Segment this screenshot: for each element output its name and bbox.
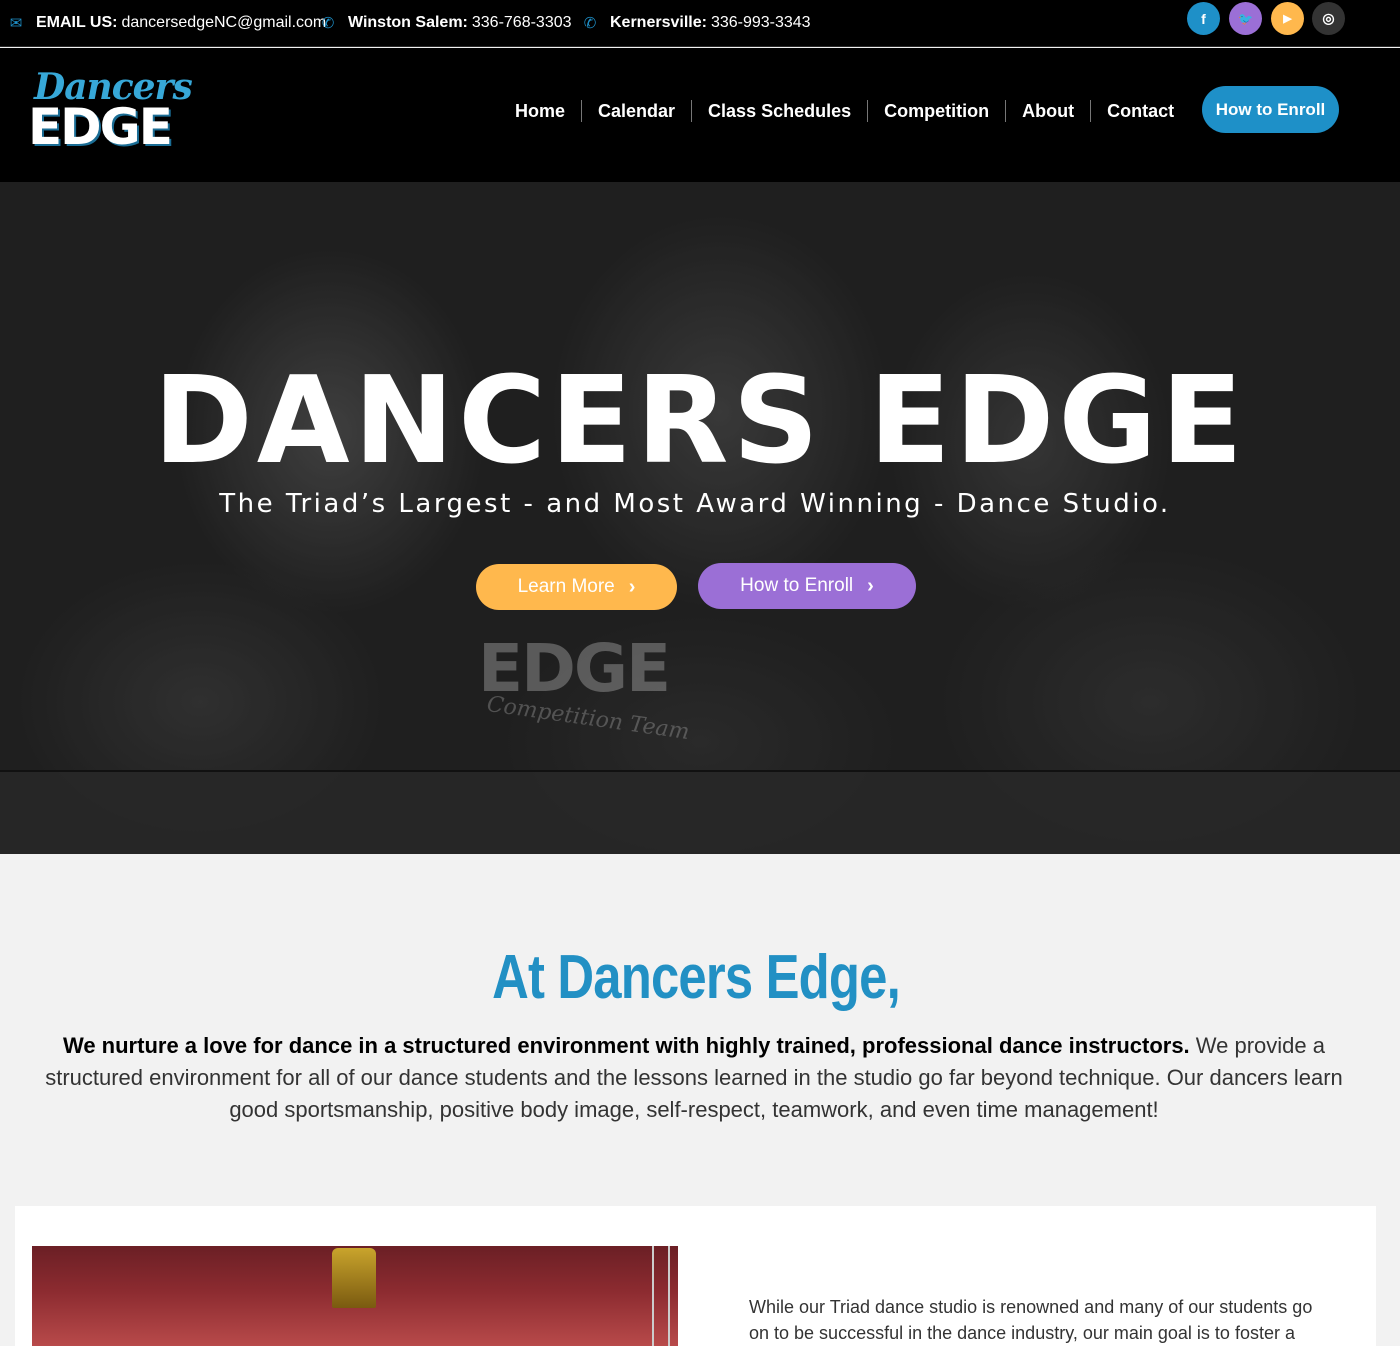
trophy-celebration-photo — [32, 1246, 678, 1346]
how-to-enroll-hero-button[interactable]: How to Enroll › — [698, 563, 916, 609]
facebook-icon[interactable]: f — [1187, 2, 1220, 35]
winston-salem-phone[interactable]: ✆ Winston Salem: 336-768-3303 — [320, 13, 572, 33]
nav-competition[interactable]: Competition — [867, 100, 1005, 122]
hero-bottom-band — [0, 770, 1400, 854]
nav-home[interactable]: Home — [499, 100, 581, 122]
hero-subtitle: The Triad’s Largest - and Most Award Win… — [219, 489, 1171, 519]
how-to-enroll-header-button[interactable]: How to Enroll — [1202, 86, 1339, 133]
trophy-shape — [332, 1248, 376, 1308]
stage-truss-shape — [652, 1246, 670, 1346]
email-address[interactable]: dancersedgeNC@gmail.com — [121, 14, 326, 32]
phone-icon: ✆ — [321, 15, 335, 32]
k-label: Kernersville: — [610, 14, 707, 31]
phone-icon: ✆ — [583, 15, 597, 32]
twitter-icon[interactable]: 🐦 — [1229, 2, 1262, 35]
nav-about[interactable]: About — [1005, 100, 1090, 122]
chevron-right-icon: › — [628, 575, 636, 598]
nav-contact[interactable]: Contact — [1090, 100, 1190, 122]
learn-more-label: Learn More — [517, 576, 615, 597]
instagram-icon[interactable]: ◎ — [1312, 2, 1345, 35]
envelope-icon: ✉ — [9, 15, 23, 32]
chevron-right-icon: › — [867, 574, 874, 597]
email-contact[interactable]: ✉ EMAIL US: dancersedgeNC@gmail.com — [8, 13, 327, 33]
main-nav: Home Calendar Class Schedules Competitio… — [499, 100, 1190, 122]
hero-banner: EDGE Competition Team DANCERS EDGE The T… — [0, 182, 1400, 854]
how-to-enroll-label: How to Enroll — [740, 575, 854, 596]
ws-phone-number[interactable]: 336-768-3303 — [472, 14, 572, 32]
youtube-icon[interactable]: ▶ — [1271, 2, 1304, 35]
nav-class-schedules[interactable]: Class Schedules — [691, 100, 867, 122]
email-label: EMAIL US: — [36, 14, 118, 31]
intro-heading: At Dancers Edge, — [492, 943, 901, 1012]
about-card-text: While our Triad dance studio is renowned… — [749, 1297, 1313, 1343]
k-phone-number[interactable]: 336-993-3343 — [711, 14, 811, 32]
ws-label: Winston Salem: — [348, 14, 468, 31]
kernersville-phone[interactable]: ✆ Kernersville: 336-993-3343 — [582, 13, 811, 33]
dancers-edge-logo[interactable]: Dancers EDGE — [28, 66, 204, 164]
about-card: While our Triad dance studio is renowned… — [15, 1206, 1376, 1346]
top-contact-bar: ✉ EMAIL US: dancersedgeNC@gmail.com ✆ Wi… — [0, 0, 1400, 47]
intro-bold-text: We nurture a love for dance in a structu… — [62, 1033, 1190, 1058]
nav-calendar[interactable]: Calendar — [581, 100, 691, 122]
site-header: Dancers EDGE Home Calendar Class Schedul… — [0, 48, 1400, 182]
hero-title: DANCERS EDGE — [153, 352, 1247, 491]
intro-paragraph: We nurture a love for dance in a structu… — [44, 1030, 1344, 1126]
learn-more-button[interactable]: Learn More › — [476, 564, 677, 610]
